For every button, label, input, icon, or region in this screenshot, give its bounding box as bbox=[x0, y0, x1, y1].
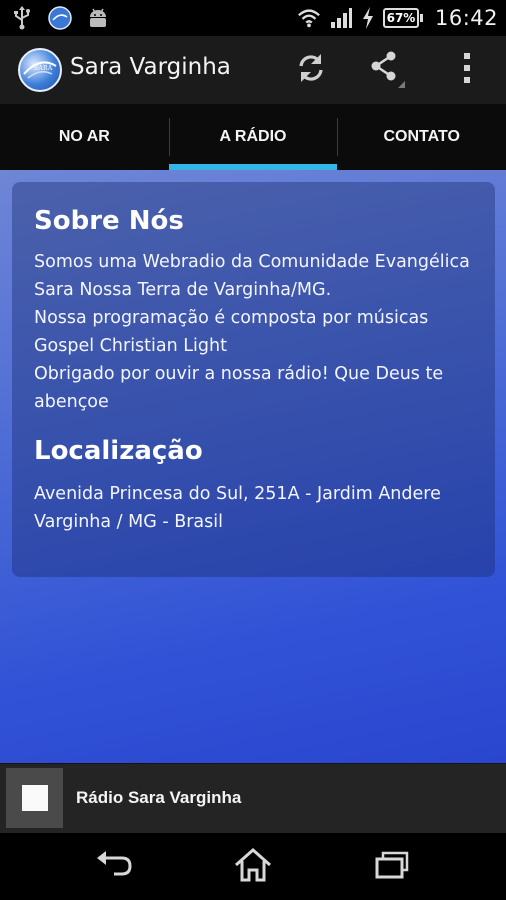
location-line: Varginha / MG - Brasil bbox=[34, 512, 223, 532]
player-bar: Rádio Sara Varginha bbox=[0, 763, 506, 833]
app-title: Sara Varginha bbox=[70, 54, 231, 80]
status-clock: 16:42 bbox=[434, 6, 498, 30]
tab-contato[interactable]: CONTATO bbox=[337, 104, 506, 170]
share-icon bbox=[365, 48, 405, 92]
battery-level: 67% bbox=[382, 8, 419, 28]
tab-no-ar[interactable]: NO AR bbox=[0, 104, 169, 170]
station-name: Rádio Sara Varginha bbox=[76, 788, 242, 807]
refresh-icon bbox=[294, 51, 328, 89]
home-button[interactable] bbox=[223, 843, 283, 891]
stop-icon bbox=[21, 785, 48, 811]
stop-button[interactable] bbox=[6, 768, 63, 828]
sara-notification-icon bbox=[48, 6, 72, 30]
about-line: Sara Nossa Terra de Varginha/MG. bbox=[34, 280, 332, 300]
charging-icon bbox=[361, 6, 375, 30]
back-button[interactable] bbox=[84, 843, 144, 891]
app-logo-text: SARA bbox=[34, 65, 53, 72]
tab-a-radio[interactable]: A RÁDIO bbox=[168, 104, 338, 170]
about-line: Obrigado por ouvir a nossa rádio! Que De… bbox=[34, 364, 444, 384]
action-bar: SARA Sara Varginha bbox=[0, 36, 506, 104]
about-heading: Sobre Nós bbox=[34, 206, 184, 236]
refresh-button[interactable] bbox=[286, 46, 336, 94]
content-area: Sobre Nós Somos uma Webradio da Comunida… bbox=[0, 170, 506, 763]
about-line: Gospel Christian Light bbox=[34, 336, 227, 356]
location-heading: Localização bbox=[34, 436, 203, 466]
tab-label: CONTATO bbox=[383, 128, 460, 145]
tab-label: A RÁDIO bbox=[219, 128, 287, 145]
location-line: Avenida Princesa do Sul, 251A - Jardim A… bbox=[34, 484, 441, 504]
about-card: Sobre Nós Somos uma Webradio da Comunida… bbox=[12, 182, 495, 577]
signal-icon bbox=[329, 6, 353, 30]
navigation-bar bbox=[0, 833, 506, 900]
about-line: Somos uma Webradio da Comunidade Evangél… bbox=[34, 252, 470, 272]
home-icon bbox=[233, 847, 273, 887]
status-bar: 67% 16:42 bbox=[0, 0, 506, 36]
android-icon bbox=[86, 6, 110, 30]
about-line: abençoe bbox=[34, 392, 109, 412]
tab-bar: NO AR A RÁDIO CONTATO bbox=[0, 104, 506, 170]
overflow-menu-button[interactable] bbox=[442, 46, 492, 94]
about-line: Nossa programação é composta por músicas bbox=[34, 308, 429, 328]
share-button[interactable] bbox=[360, 46, 410, 94]
app-logo[interactable]: SARA bbox=[18, 48, 62, 92]
recent-apps-button[interactable] bbox=[362, 843, 422, 891]
usb-icon bbox=[10, 6, 34, 30]
wifi-icon bbox=[297, 6, 321, 30]
recent-apps-icon bbox=[374, 850, 410, 884]
tab-label: NO AR bbox=[58, 128, 110, 145]
back-icon bbox=[94, 850, 134, 884]
battery-indicator: 67% bbox=[382, 8, 423, 28]
overflow-menu-icon bbox=[462, 51, 472, 89]
